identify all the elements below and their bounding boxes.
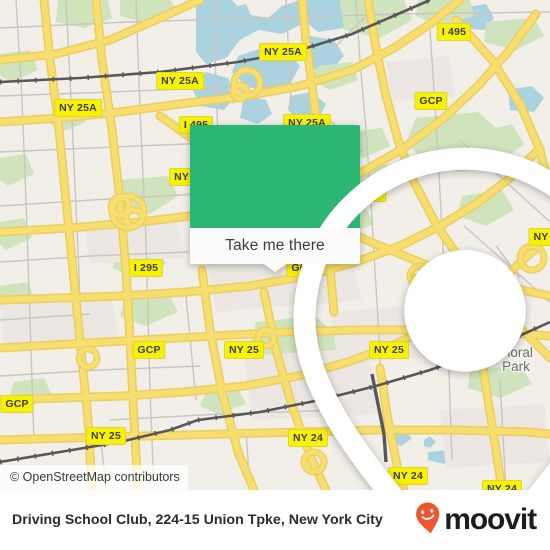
road-shield-ny-25a-2: NY 25A <box>156 72 204 90</box>
road-shield-gcp-1: GCP <box>414 92 448 110</box>
road-shield-gcp-5: GCP <box>0 395 34 413</box>
map-attribution[interactable]: © OpenStreetMap contributors <box>0 465 188 490</box>
callout-image-area <box>190 125 550 490</box>
moovit-wordmark: moovit <box>444 503 537 536</box>
place-title: Driving School Club, 224-15 Union Tpke, … <box>12 511 383 528</box>
road-shield-ny-25a-1: NY 25A <box>259 43 307 61</box>
road-shield-i-295: I 295 <box>128 259 164 277</box>
take-me-there-label: Take me there <box>225 237 325 254</box>
road-shield-ny-25-3: NY 25 <box>86 427 126 445</box>
road-shield-i-495: I 495 <box>436 23 472 41</box>
take-me-there-button[interactable]: Take me there <box>190 228 360 272</box>
map-canvas[interactable]: NY 25ANY 25ANY 25AI 495GCPNY 25AI 495NY … <box>0 0 550 490</box>
callout-tail <box>262 263 288 272</box>
map-page: NY 25ANY 25ANY 25AI 495GCPNY 25AI 495NY … <box>0 0 550 550</box>
moovit-smiley-pin-icon <box>414 501 442 540</box>
moovit-logo[interactable]: moovit <box>414 501 537 540</box>
footer-bar: Driving School Club, 224-15 Union Tpke, … <box>0 490 550 550</box>
road-shield-gcp-4: GCP <box>132 341 166 359</box>
road-shield-ny-25a-3: NY 25A <box>54 99 102 117</box>
location-callout[interactable]: Take me there <box>190 125 550 490</box>
